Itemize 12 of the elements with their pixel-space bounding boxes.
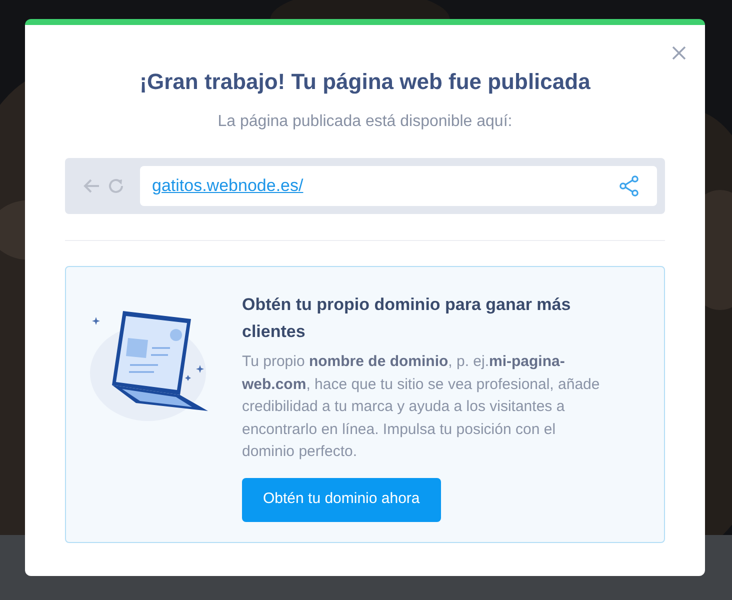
reload-icon[interactable] [107, 177, 125, 195]
back-icon[interactable] [83, 178, 101, 194]
dialog-subtitle: La página publicada está disponible aquí: [218, 112, 512, 132]
get-domain-button[interactable]: Obtén tu dominio ahora [242, 478, 441, 522]
promo-text: Tu propio nombre de dominio, p. ej.mi-pagina-web.com, hace que tu sitio se vea profesional, añade credibilidad a tu marca y ayuda a los visitantes a encontrarlo en línea. Impulsa tu posición con el dominio perfecto. [242, 352, 601, 462]
url-field[interactable]: gatitos.webnode.es/ [140, 166, 657, 206]
close-icon [671, 45, 687, 61]
close-button[interactable] [671, 45, 687, 61]
dialog-title: ¡Gran trabajo! Tu página web fue publicada [140, 68, 590, 96]
share-icon[interactable] [619, 175, 639, 197]
promo-heading: Obtén tu propio dominio para ganar más clientes [242, 294, 572, 343]
url-link[interactable]: gatitos.webnode.es/ [152, 173, 304, 199]
